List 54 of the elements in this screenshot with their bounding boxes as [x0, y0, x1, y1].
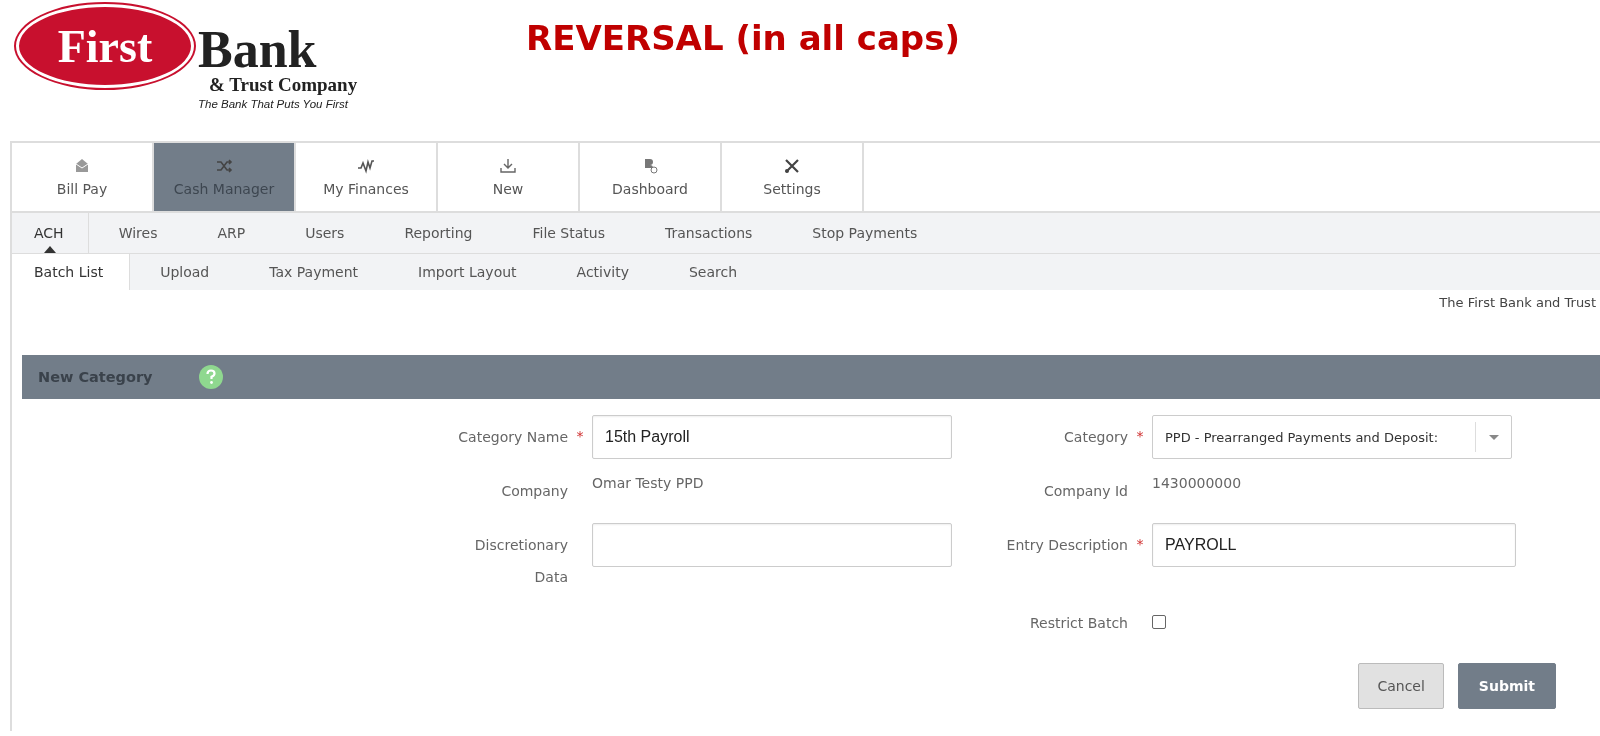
tab[interactable]: Upload [130, 254, 240, 290]
field-label: Company Id [1043, 482, 1128, 501]
sub-tab[interactable]: Transactions [634, 213, 783, 253]
sub-tab[interactable]: Reporting [374, 213, 503, 253]
panel-title: New Category [38, 369, 153, 385]
shuffle-icon [215, 157, 233, 175]
tab[interactable]: Search [658, 254, 768, 290]
slide-note: REVERSAL (in all caps) [526, 18, 960, 58]
dropdown[interactable]: PPD - Prearranged Payments and Deposit: [1152, 415, 1512, 459]
field-value: Omar Testy PPD [592, 474, 704, 491]
sub-tab[interactable]: Stop Payments [782, 213, 948, 253]
field-label: Company [501, 482, 568, 501]
logo-oval: First [16, 4, 194, 88]
tab[interactable]: Tax Payment [239, 254, 389, 290]
tab[interactable]: Activity [546, 254, 659, 290]
tab[interactable]: Import Layout [388, 254, 547, 290]
field-label: Category [1064, 428, 1128, 447]
nav-label: Dashboard [612, 181, 688, 197]
nav-tile[interactable]: New [438, 143, 580, 211]
checkbox[interactable] [1152, 615, 1166, 629]
nav-tile[interactable]: My Finances [296, 143, 438, 211]
sub-tab[interactable]: Users [275, 213, 375, 253]
sub-tab[interactable]: File Status [502, 213, 635, 253]
nav-label: New [492, 181, 524, 197]
input-field[interactable]: PAYROLL [1152, 523, 1516, 567]
tools-icon [783, 157, 801, 175]
tab[interactable]: Batch List [12, 254, 131, 290]
required-mark: * [1135, 536, 1145, 554]
help-icon[interactable] [198, 365, 223, 389]
input-field[interactable]: 15th Payroll [592, 415, 952, 459]
required-mark: * [1135, 428, 1145, 446]
required-mark: * [575, 428, 585, 446]
field-value: 1430000000 [1152, 474, 1242, 491]
sub-tab[interactable]: ARP [187, 213, 276, 253]
dropdown-arrow-icon [1488, 434, 1499, 440]
nav-tile[interactable]: Dashboard [580, 143, 722, 211]
sub-tab[interactable]: Wires [88, 213, 188, 253]
field-label: Entry Description [1006, 536, 1128, 555]
cancel-button[interactable]: Cancel [1358, 663, 1444, 709]
download-icon [499, 157, 517, 175]
organization-name: The First Bank and Trust [1439, 295, 1596, 312]
nav-label: Bill Pay [56, 181, 108, 197]
nav-tile[interactable]: Settings [722, 143, 864, 211]
field-label: Restrict Batch [1029, 614, 1128, 633]
submit-button[interactable]: Submit [1457, 663, 1556, 709]
input-field[interactable] [592, 523, 952, 567]
nav-label: My Finances [323, 181, 409, 197]
nav-label: Settings [763, 181, 821, 197]
pulse-line-icon [357, 157, 375, 175]
field-label: Category Name [458, 428, 568, 447]
logo-tagline: The Bank That Puts You First [198, 98, 350, 110]
envelope-icon [73, 157, 91, 175]
nav-label: Cash Manager [173, 181, 275, 197]
field-label: Discretionary Data [473, 536, 568, 587]
